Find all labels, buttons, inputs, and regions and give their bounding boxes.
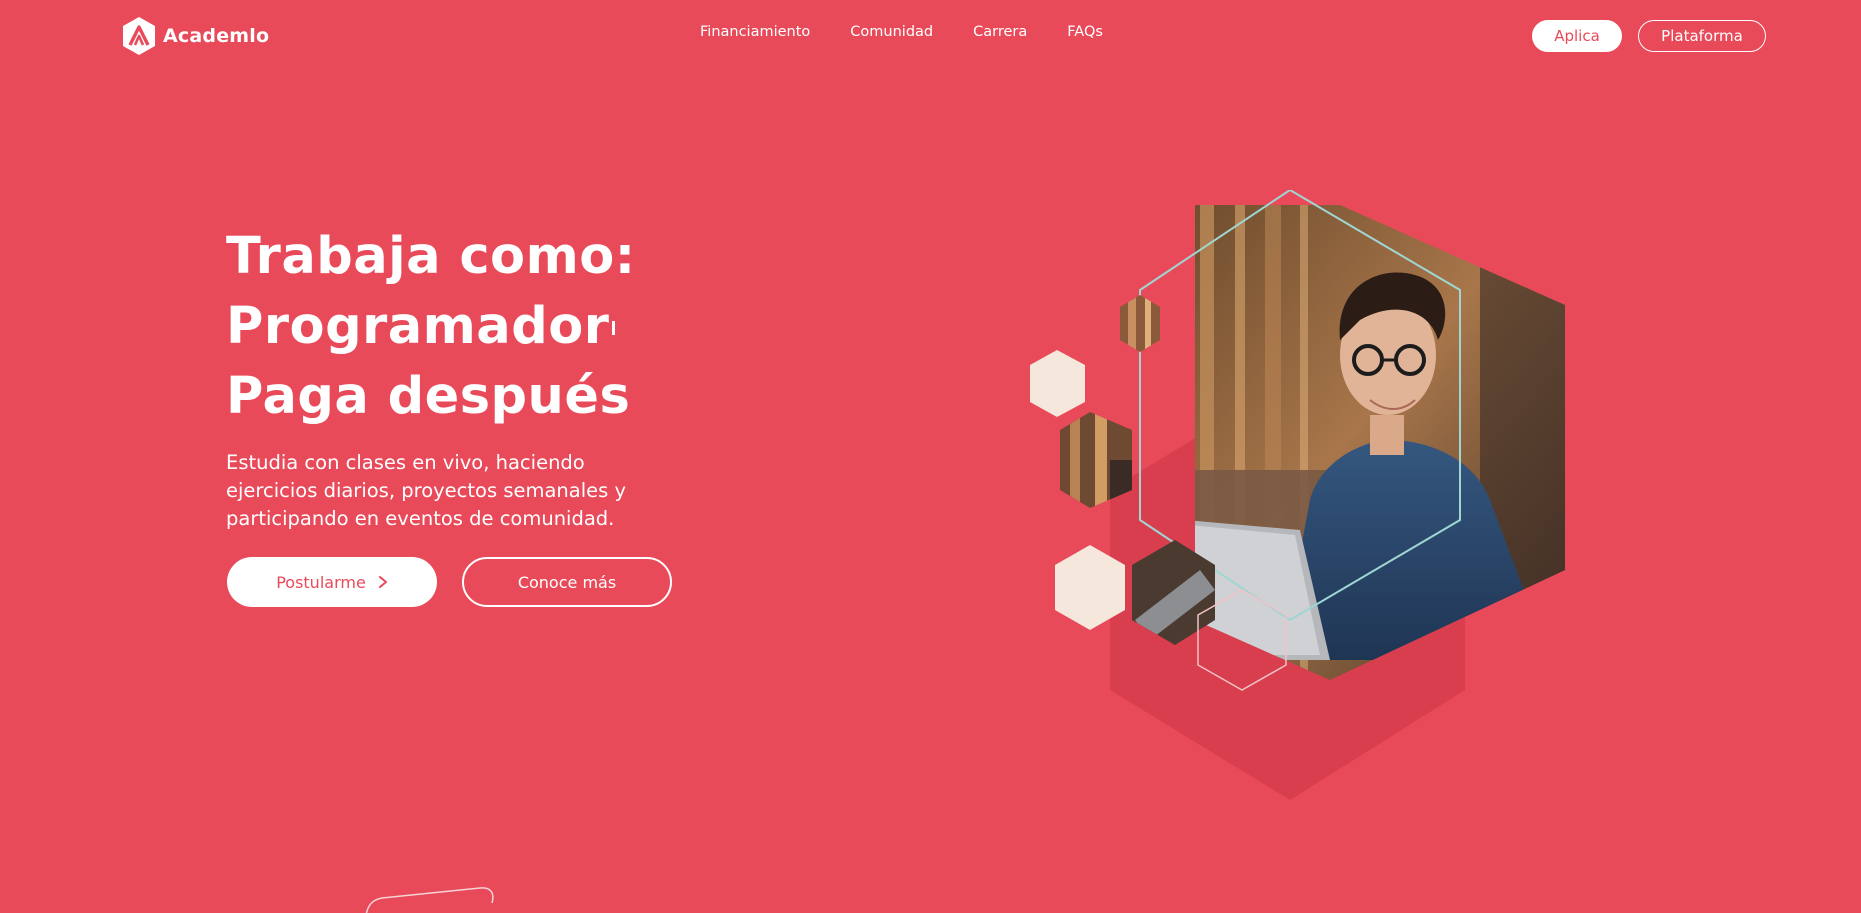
typing-cursor — [612, 321, 616, 335]
landing-page: Academlo Financiamiento Comunidad Carrer… — [0, 0, 1861, 913]
photo-hexagon-small-1 — [1120, 295, 1160, 352]
hero-title: Trabaja como: Programador Paga después — [226, 222, 636, 432]
cream-hexagon-1 — [1030, 350, 1085, 417]
brand-logo[interactable]: Academlo — [121, 16, 269, 56]
chevron-right-icon — [378, 576, 387, 588]
plataforma-button[interactable]: Plataforma — [1638, 20, 1766, 52]
brand-name: Academlo — [163, 25, 270, 47]
postularme-label: Postularme — [276, 572, 366, 592]
hero-title-rotating-word: Programador — [226, 297, 610, 356]
nav-link-faqs[interactable]: FAQs — [1067, 24, 1103, 40]
site-header: Academlo Financiamiento Comunidad Carrer… — [0, 0, 1861, 72]
nav-link-comunidad[interactable]: Comunidad — [850, 24, 933, 40]
hero-description: Estudia con clases en vivo, haciendo eje… — [226, 451, 627, 530]
hero-title-line-2: Programador — [226, 292, 636, 362]
conoce-mas-button[interactable]: Conoce más — [462, 557, 672, 607]
hero-title-line-1: Trabaja como: — [226, 227, 636, 286]
decorative-shape — [365, 887, 494, 913]
student-photo — [1195, 205, 1565, 680]
academlo-hexagon-logo-icon — [123, 17, 155, 55]
hero-illustration — [1030, 190, 1565, 800]
main-nav: Financiamiento Comunidad Carrera FAQs — [700, 24, 1103, 40]
postularme-button[interactable]: Postularme — [227, 557, 437, 607]
nav-link-financiamiento[interactable]: Financiamiento — [700, 24, 810, 40]
aplica-button[interactable]: Aplica — [1532, 20, 1622, 52]
nav-link-carrera[interactable]: Carrera — [973, 24, 1027, 40]
hero-title-line-3: Paga después — [226, 367, 631, 426]
